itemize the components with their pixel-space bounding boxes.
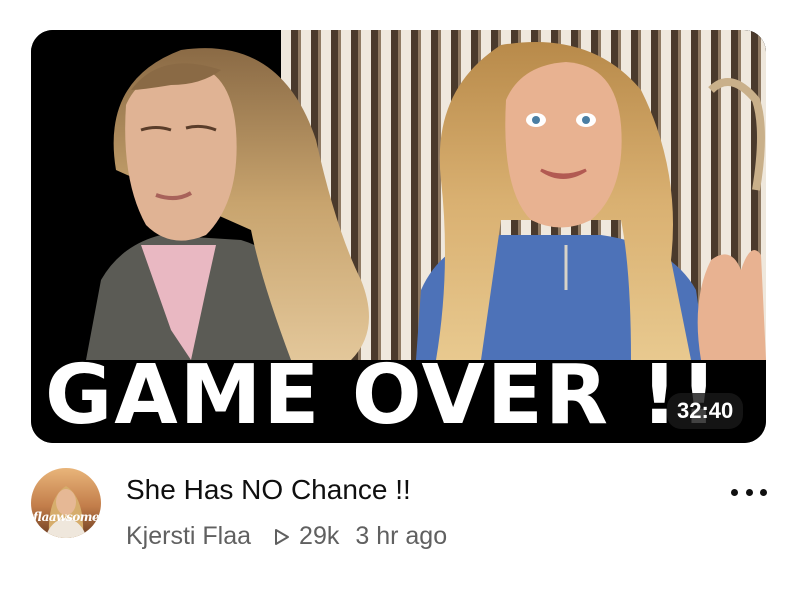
video-meta: flaawsome She Has NO Chance !! Kjersti F… xyxy=(31,466,767,566)
more-horizontal-icon[interactable] xyxy=(731,482,767,502)
play-outline-icon xyxy=(273,527,291,547)
menu-dot xyxy=(731,488,738,496)
channel-avatar[interactable]: flaawsome xyxy=(31,468,101,538)
menu-dot xyxy=(745,488,753,496)
published-time: 3 hr ago xyxy=(355,522,448,550)
video-title[interactable]: She Has NO Chance !! xyxy=(126,474,411,506)
duration-badge: 32:40 xyxy=(667,393,744,429)
channel-name[interactable]: Kjersti Flaa xyxy=(126,522,251,551)
menu-dot xyxy=(760,488,767,496)
thumbnail-headline: GAME OVER !! xyxy=(45,347,720,443)
video-subline: Kjersti Flaa 29k 3 hr ago xyxy=(126,522,447,551)
view-count: 29k xyxy=(299,522,340,550)
video-thumbnail[interactable]: GAME OVER !! 32:40 xyxy=(31,30,766,443)
channel-avatar-logo-text: flaawsome xyxy=(32,510,100,524)
